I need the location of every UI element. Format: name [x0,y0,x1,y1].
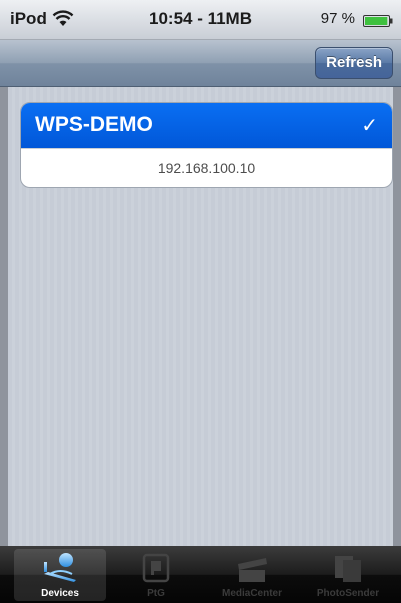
device-list-item[interactable]: WPS-DEMO ✓ 192.168.100.10 [20,102,393,188]
tab-label: MediaCenter [221,588,282,599]
status-bar: iPod 10:54 - 11MB 97 % [0,0,401,40]
navigation-bar: Refresh [0,40,401,87]
ptg-icon [138,552,174,584]
media-center-icon [234,552,270,584]
app-screen: iPod 10:54 - 11MB 97 % Refresh WPS-DEMO [0,0,401,603]
device-address: 192.168.100.10 [21,148,392,187]
battery-icon [363,14,393,27]
tab-media-center[interactable]: MediaCenter [206,549,298,601]
devices-icon [42,552,78,584]
device-name: WPS-DEMO [35,113,153,136]
battery-percent: 97 % [320,10,355,27]
tab-label: Devices [41,588,79,599]
photo-sender-icon [330,552,366,584]
device-name-row[interactable]: WPS-DEMO ✓ [21,103,392,148]
tab-devices[interactable]: Devices [14,549,106,601]
tab-bar: Devices PtG MediaCenter PhotoSender [0,546,401,603]
tab-photo-sender[interactable]: PhotoSender [302,549,394,601]
tab-label: PhotoSender [316,588,380,599]
refresh-button[interactable]: Refresh [315,47,393,79]
tab-ptg[interactable]: PtG [110,549,202,601]
checkmark-icon: ✓ [361,115,378,137]
tab-label: PtG [147,588,165,599]
device-list-area: WPS-DEMO ✓ 192.168.100.10 [8,87,393,546]
